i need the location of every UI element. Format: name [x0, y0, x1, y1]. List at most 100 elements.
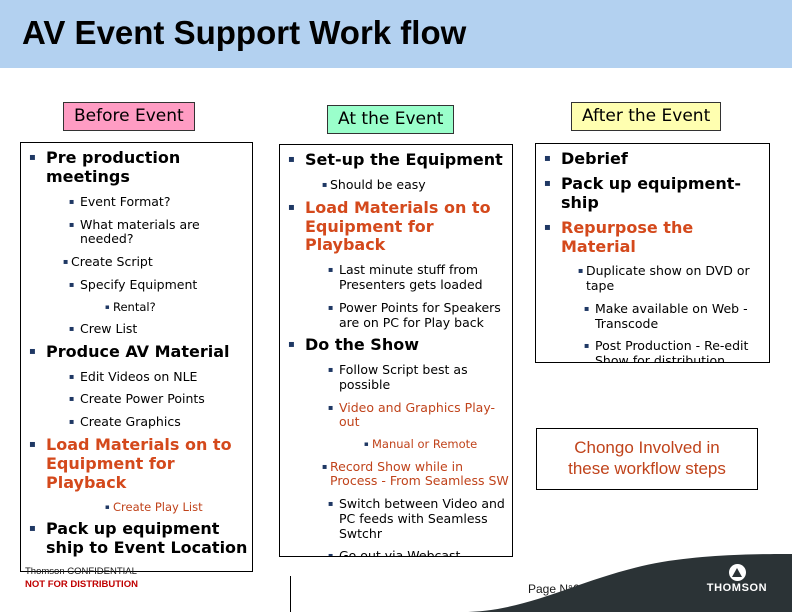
workflow-item-label: Duplicate show on DVD or tape [586, 263, 750, 294]
workflow-item-label: Load Materials on to Equipment for Playb… [305, 197, 491, 255]
legend-text: Chongo Involved in these workflow steps [568, 438, 726, 479]
workflow-item-after-1: ▪ Pack up equipment-ship [544, 173, 769, 213]
workflow-item-before-0: ▪ Pre production meetings [29, 148, 252, 187]
footer-divider [290, 576, 291, 612]
workflow-item-at-7: ▪ Video and Graphics Play-out [328, 399, 512, 431]
bullet-square-icon: ▪ [63, 257, 69, 266]
bullet-square-icon: ▪ [544, 177, 551, 189]
workflow-item-before-5: ▪ Rental? [105, 299, 252, 315]
workflow-item-label: Pack up equipment-ship [561, 173, 742, 212]
bullet-square-icon: ▪ [328, 551, 334, 557]
workflow-item-label: Specify Equipment [80, 276, 198, 292]
bullet-square-icon: ▪ [69, 219, 75, 229]
bullet-square-icon: ▪ [69, 279, 75, 289]
thomson-logo: THOMSON [700, 564, 774, 594]
workflow-item-label: Debrief [561, 149, 628, 168]
workflow-item-after-2: ▪ Repurpose the Material [544, 217, 769, 257]
bullet-square-icon: ▪ [544, 221, 551, 233]
workflow-item-label: Edit Videos on NLE [80, 368, 198, 384]
bullet-square-icon: ▪ [29, 438, 36, 450]
workflow-item-at-0: ▪ Set-up the Equipment [288, 150, 512, 170]
brand-wordmark: THOMSON [706, 582, 768, 594]
bullet-square-icon: ▪ [328, 265, 334, 275]
workflow-item-label: Last minute stuff from Presenters gets l… [339, 262, 483, 292]
bullet-square-icon: ▪ [69, 324, 75, 334]
bullet-square-icon: ▪ [288, 339, 295, 351]
bullet-square-icon: ▪ [328, 365, 334, 375]
workflow-item-before-1: ▪ Event Format? [69, 193, 252, 210]
workflow-item-after-0: ▪ Debrief [544, 149, 769, 169]
workflow-item-before-3: ▪ Create Script [63, 254, 252, 270]
column-after-event: ▪ Debrief ▪ Pack up equipment-ship ▪ Repurpos… [535, 143, 770, 363]
bullet-square-icon: ▪ [584, 341, 590, 351]
bullet-square-icon: ▪ [69, 394, 75, 404]
bullet-square-icon: ▪ [69, 196, 75, 206]
workflow-item-label: Create Play List [113, 499, 203, 514]
workflow-item-label: What materials are needed? [80, 216, 200, 247]
phase-header-after-event: After the Event [571, 102, 722, 131]
workflow-item-before-9: ▪ Create Power Points [69, 392, 252, 407]
footer-distribution-warning: NOT FOR DISTRIBUTION [25, 579, 138, 590]
bullet-square-icon: ▪ [29, 523, 36, 535]
workflow-item-at-8: ▪ Manual or Remote [364, 438, 512, 452]
bullet-square-icon: ▪ [364, 440, 369, 449]
workflow-item-label: Post Production - Re-edit Show for distr… [595, 338, 749, 363]
workflow-item-before-12: ▪ Create Play List [105, 499, 252, 515]
bullet-square-icon: ▪ [69, 371, 75, 381]
workflow-item-at-2: ▪ Load Materials on to Equipment for Play… [288, 197, 512, 256]
workflow-item-at-9: ▪ Record Show while in Process - From Sea… [322, 459, 512, 490]
slide-title-band: AV Event Support Work flow [0, 0, 792, 68]
phase-header-at-event: At the Event [327, 105, 455, 134]
workflow-item-before-8: ▪ Edit Videos on NLE [69, 368, 252, 385]
workflow-item-at-6: ▪ Follow Script best as possible [328, 362, 512, 393]
workflow-item-at-1: ▪ Should be easy [322, 176, 512, 193]
workflow-item-label: Video and Graphics Play-out [339, 399, 496, 430]
bullet-square-icon: ▪ [544, 153, 551, 164]
workflow-item-before-2: ▪ What materials are needed? [69, 216, 252, 248]
workflow-item-label: Power Points for Speakers are on PC for … [339, 299, 501, 330]
workflow-item-at-10: ▪ Switch between Video and PC feeds with … [328, 496, 512, 541]
legend-line-2: these workflow steps [568, 459, 726, 478]
bullet-square-icon: ▪ [29, 152, 36, 163]
workflow-item-label: Repurpose the Material [561, 217, 694, 256]
workflow-item-label: Create Script [71, 254, 153, 269]
workflow-item-label: Switch between Video and PC feeds with S… [339, 496, 505, 541]
workflow-item-before-11: ▪ Load Materials on to Equipment for Play… [29, 435, 252, 493]
workflow-item-label: Manual or Remote [372, 437, 478, 452]
bullet-square-icon: ▪ [578, 266, 584, 276]
bullet-square-icon: ▪ [322, 179, 328, 189]
workflow-item-label: Rental? [113, 299, 156, 314]
workflow-item-label: Do the Show [305, 335, 419, 355]
bullet-square-icon: ▪ [288, 201, 295, 213]
workflow-item-before-13: ▪ Pack up equipment ship to Event Locatio… [29, 519, 252, 558]
workflow-item-at-5: ▪ Do the Show [288, 335, 512, 355]
column-before-event: ▪ Pre production meetings ▪ Event Format? ▪ W… [20, 142, 253, 572]
workflow-item-label: Pre production meetings [46, 148, 181, 186]
column-at-event: ▪ Set-up the Equipment ▪ Should be easy ▪ Loa… [279, 144, 513, 557]
workflow-item-label: Produce AV Material [46, 341, 230, 361]
workflow-item-label: Create Power Points [80, 391, 205, 407]
bullet-square-icon: ▪ [288, 154, 295, 165]
workflow-item-label: Create Graphics [80, 414, 181, 430]
workflow-item-label: Should be easy [330, 176, 426, 192]
workflow-item-after-3: ▪ Duplicate show on DVD or tape [578, 264, 769, 294]
workflow-item-label: Event Format? [80, 193, 171, 209]
workflow-item-label: Make available on Web - Transcode [595, 300, 748, 331]
bullet-square-icon: ▪ [29, 345, 36, 357]
workflow-item-before-4: ▪ Specify Equipment [69, 276, 252, 293]
workflow-item-at-4: ▪ Power Points for Speakers are on PC for… [328, 299, 512, 331]
page-title: AV Event Support Work flow [22, 14, 467, 51]
workflow-item-before-6: ▪ Crew List [69, 321, 252, 337]
bullet-square-icon: ▪ [328, 402, 334, 412]
bullet-square-icon: ▪ [105, 502, 110, 511]
workflow-item-before-7: ▪ Produce AV Material [29, 341, 252, 362]
bullet-square-icon: ▪ [328, 499, 334, 509]
workflow-item-label: Set-up the Equipment [305, 150, 503, 169]
phase-header-before-event: Before Event [63, 102, 195, 131]
bullet-square-icon: ▪ [69, 417, 75, 427]
workflow-item-after-4: ▪ Make available on Web - Transcode [584, 300, 769, 332]
workflow-item-after-5: ▪ Post Production - Re-edit Show for dist… [584, 338, 769, 363]
bullet-square-icon: ▪ [584, 303, 590, 313]
legend-chongo-involvement: Chongo Involved in these workflow steps [536, 428, 758, 490]
workflow-item-label: Crew List [80, 321, 138, 337]
